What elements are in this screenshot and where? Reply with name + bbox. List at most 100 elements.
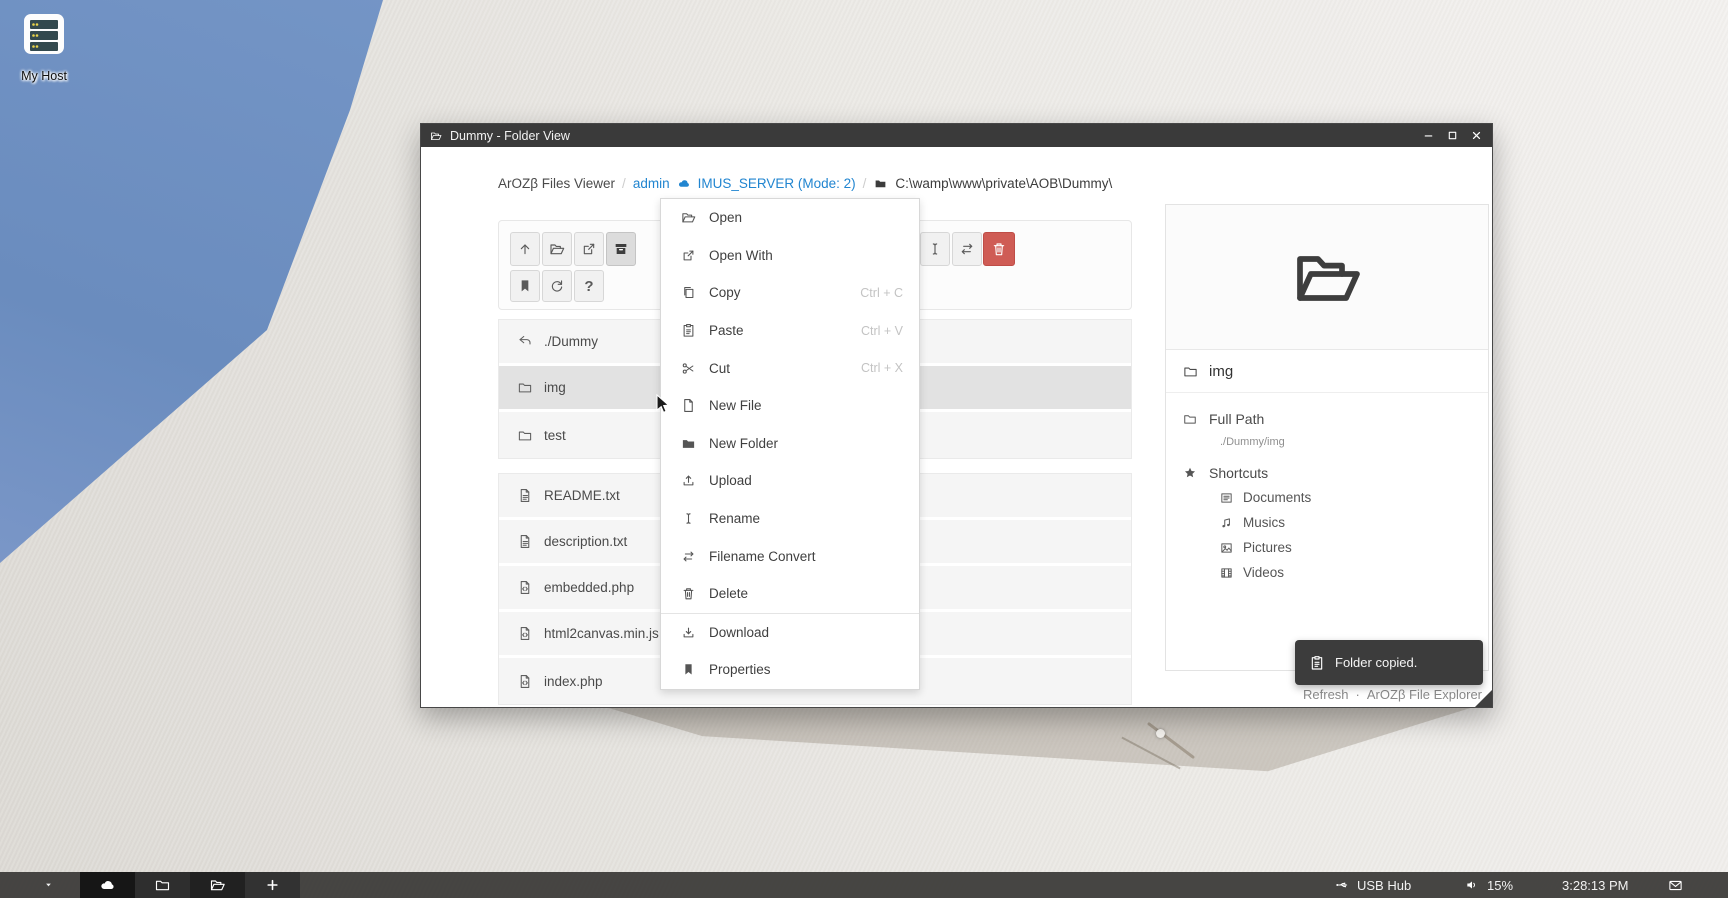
shortcut-pictures[interactable]: Pictures <box>1182 535 1488 560</box>
image-icon <box>1219 541 1234 555</box>
go-up-button[interactable] <box>510 232 540 266</box>
toast-text: Folder copied. <box>1335 655 1417 670</box>
menu-item-copy[interactable]: CopyCtrl + C <box>661 274 919 312</box>
speaker-icon <box>1464 878 1480 892</box>
menu-item-label: Filename Convert <box>709 549 816 564</box>
archive-icon <box>613 241 629 257</box>
file-label: README.txt <box>544 488 620 503</box>
menu-item-properties[interactable]: Properties <box>661 651 919 689</box>
menu-item-open-with[interactable]: Open With <box>661 237 919 275</box>
archive-button[interactable] <box>606 232 636 266</box>
breadcrumb-path-label: C:\wamp\www\private\AOB\Dummy\ <box>895 176 1112 191</box>
plus-icon <box>264 877 281 893</box>
bookmark-icon <box>681 662 696 677</box>
file-code-icon <box>517 674 533 689</box>
shortcuts-label: Shortcuts <box>1209 465 1268 481</box>
rename-button[interactable] <box>920 232 950 266</box>
mouse-cursor <box>656 394 671 415</box>
menu-item-label: Properties <box>709 662 771 677</box>
ski-pole-tip <box>1156 729 1165 738</box>
breadcrumb-separator: / <box>863 176 867 191</box>
refresh-link[interactable]: Refresh <box>1303 687 1349 702</box>
breadcrumb-user-link[interactable]: admin IMUS_SERVER (Mode: 2) <box>633 176 856 191</box>
folder-icon <box>154 877 171 893</box>
menu-item-filename-convert[interactable]: Filename Convert <box>661 537 919 575</box>
volume-label: 15% <box>1487 878 1513 893</box>
window-controls <box>1421 128 1484 143</box>
swap-arrows-icon <box>681 549 696 564</box>
shortcut-documents[interactable]: Documents <box>1182 485 1488 510</box>
menu-item-upload[interactable]: Upload <box>661 462 919 500</box>
trash-icon <box>991 241 1007 257</box>
menu-item-new-folder[interactable]: New Folder <box>661 425 919 463</box>
desktop-icon-my-host[interactable]: My Host <box>12 12 76 83</box>
taskbar-app-folder-open[interactable] <box>190 872 245 898</box>
taskbar-app-cloud[interactable] <box>80 872 135 898</box>
shortcut-musics[interactable]: Musics <box>1182 510 1488 535</box>
menu-item-label: Copy <box>709 285 741 300</box>
breadcrumb: ArOZβ Files Viewer / admin IMUS_SERVER (… <box>498 170 1112 196</box>
file-code-icon <box>517 626 533 641</box>
window-titlebar[interactable]: Dummy - Folder View <box>421 124 1492 147</box>
taskbar-app-folder[interactable] <box>135 872 190 898</box>
help-button[interactable]: ? <box>574 270 604 302</box>
tray-volume[interactable]: 15% <box>1464 872 1513 898</box>
menu-item-label: New File <box>709 398 762 413</box>
usb-label: USB Hub <box>1357 878 1411 893</box>
selected-item-name: img <box>1209 363 1233 380</box>
menu-item-label: Rename <box>709 511 760 526</box>
preview-area <box>1166 205 1488 350</box>
full-path-value: ./Dummy/img <box>1182 431 1488 453</box>
refresh-button[interactable] <box>542 270 572 302</box>
menu-item-cut[interactable]: CutCtrl + X <box>661 349 919 387</box>
folder-view-window: Dummy - Folder View ArOZβ Files Viewer /… <box>420 123 1493 708</box>
up-arrow-icon <box>517 241 533 257</box>
file-label: index.php <box>544 674 603 689</box>
upload-icon <box>681 473 696 488</box>
menu-item-label: Delete <box>709 586 748 601</box>
tray-mail[interactable] <box>1666 872 1685 898</box>
menu-item-new-file[interactable]: New File <box>661 387 919 425</box>
open-with-button[interactable] <box>574 232 604 266</box>
taskbar: USB Hub 15% 3:28:13 PM <box>0 872 1728 898</box>
paste-icon <box>1309 655 1325 671</box>
menu-item-label: Paste <box>709 323 744 338</box>
filename-convert-button[interactable] <box>952 232 982 266</box>
menu-item-open[interactable]: Open <box>661 199 919 237</box>
breadcrumb-user-label: admin <box>633 176 670 191</box>
file-label: embedded.php <box>544 580 634 595</box>
folder-open-icon <box>1281 241 1373 313</box>
breadcrumb-separator: / <box>622 176 626 191</box>
menu-shortcut: Ctrl + X <box>861 361 903 375</box>
properties-button[interactable] <box>510 270 540 302</box>
close-button[interactable] <box>1469 128 1484 143</box>
folder-filled-icon <box>681 436 696 451</box>
minimize-button[interactable] <box>1421 128 1436 143</box>
menu-item-rename[interactable]: Rename <box>661 500 919 538</box>
question-icon: ? <box>584 278 593 295</box>
file-text-icon <box>517 488 533 503</box>
download-icon <box>681 625 696 640</box>
cloud-icon <box>676 177 692 190</box>
shortcut-videos[interactable]: Videos <box>1182 560 1488 585</box>
menu-item-paste[interactable]: PasteCtrl + V <box>661 312 919 350</box>
taskbar-caret-button[interactable] <box>36 872 60 898</box>
folder-open-icon <box>681 210 696 225</box>
maximize-button[interactable] <box>1445 128 1460 143</box>
shortcut-label: Musics <box>1243 515 1285 530</box>
desktop-icon-label: My Host <box>12 69 76 83</box>
copy-icon <box>681 285 696 300</box>
menu-item-delete[interactable]: Delete <box>661 575 919 613</box>
breadcrumb-path[interactable]: C:\wamp\www\private\AOB\Dummy\ <box>873 176 1112 191</box>
music-note-icon <box>1219 516 1234 530</box>
folder-icon <box>1182 364 1199 379</box>
resize-handle[interactable] <box>1475 690 1492 707</box>
menu-item-label: Open <box>709 210 742 225</box>
full-path-header: Full Path <box>1182 407 1488 431</box>
open-button[interactable] <box>542 232 572 266</box>
trash-icon <box>681 586 696 601</box>
tray-usb[interactable]: USB Hub <box>1334 872 1411 898</box>
taskbar-app-add[interactable] <box>245 872 300 898</box>
menu-item-download[interactable]: Download <box>661 614 919 652</box>
delete-button[interactable] <box>983 232 1015 266</box>
